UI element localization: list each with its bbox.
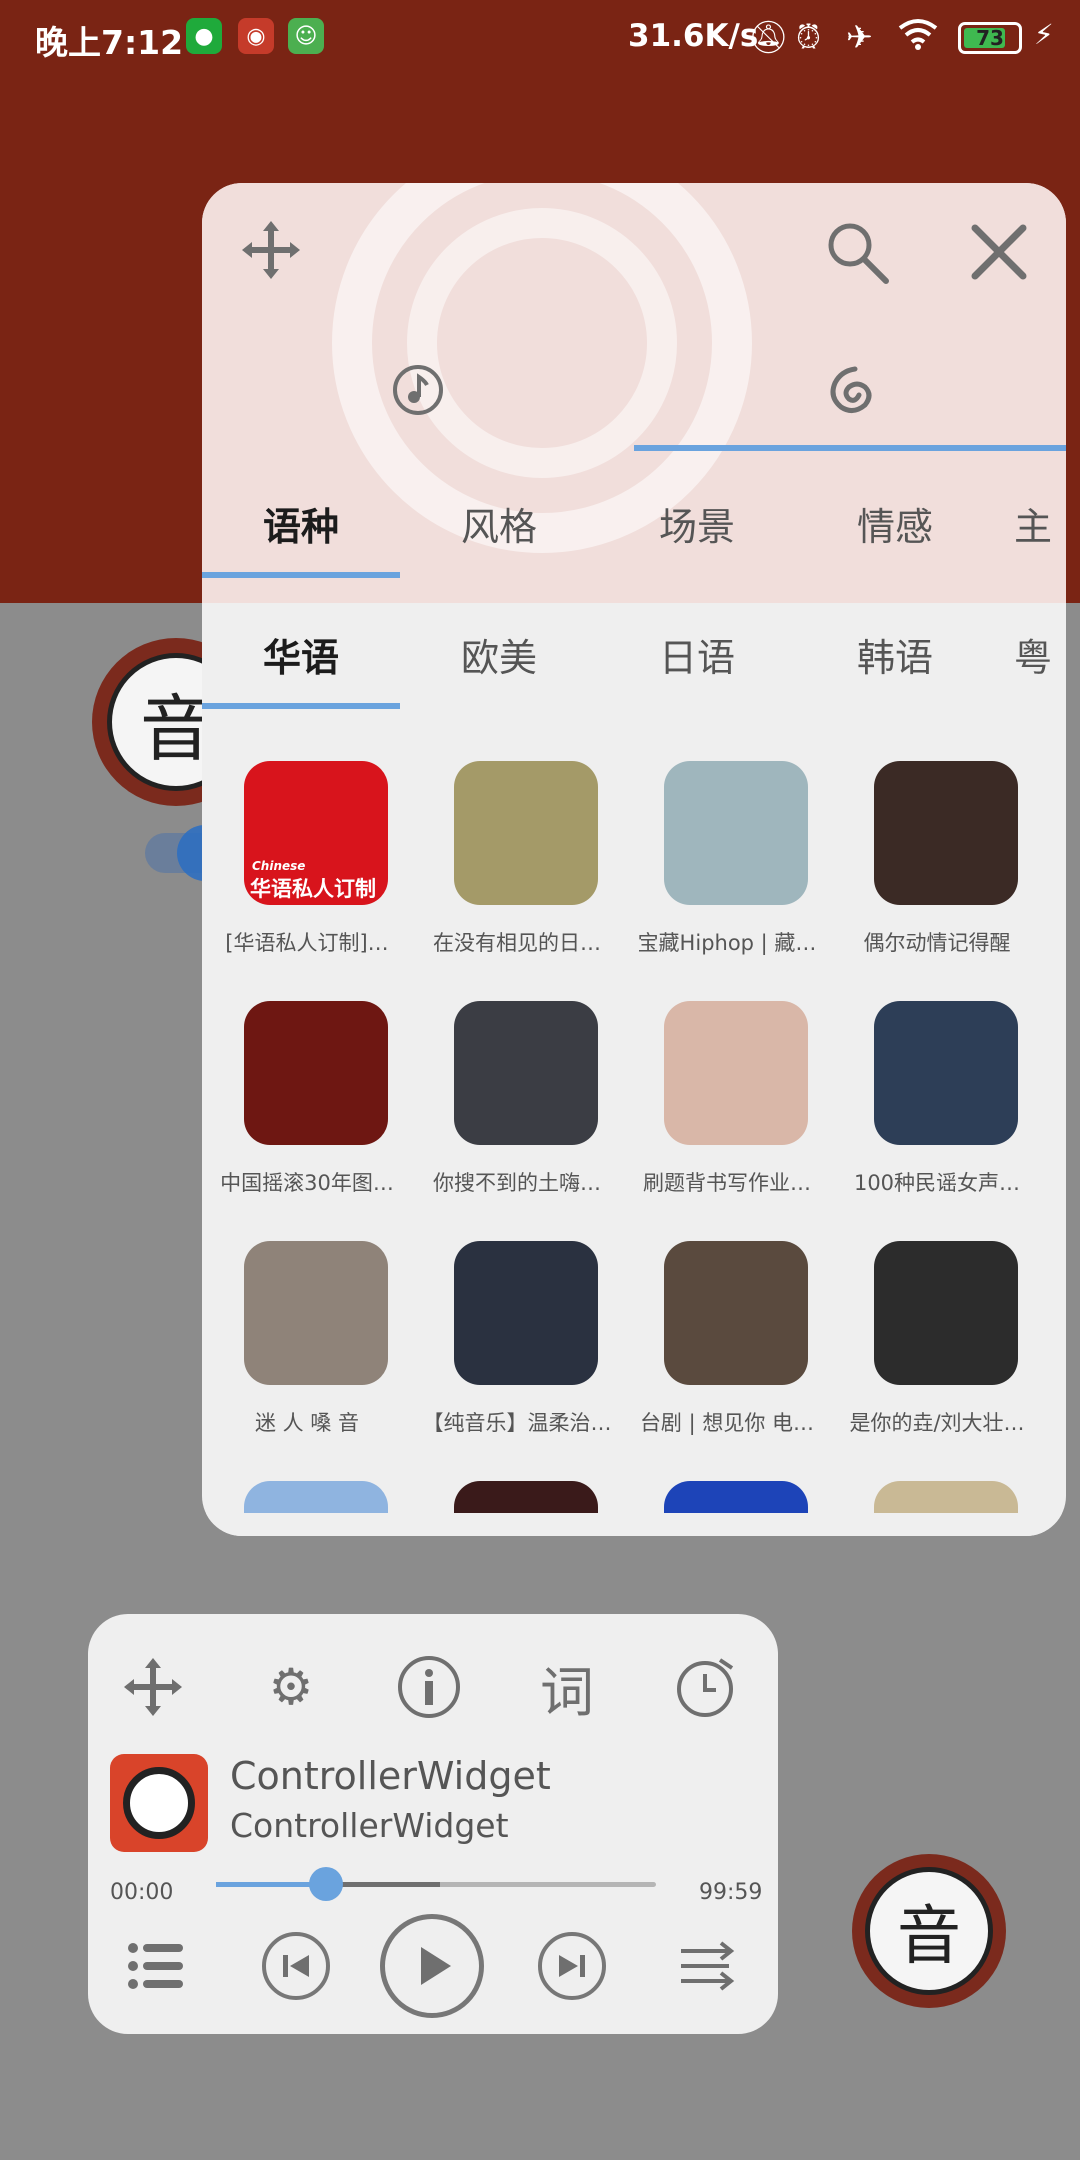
- status-time: 晚上7:12: [35, 23, 184, 62]
- playlist-title: 你搜不到的土嗨…: [433, 1171, 601, 1195]
- cover-title: 华语私人订制: [250, 877, 376, 901]
- playlist-card[interactable]: 你搜不到的土嗨…: [412, 1001, 622, 1241]
- language-tab-indicator: [202, 703, 400, 709]
- category-tab-indicator: [202, 572, 400, 578]
- playlist-cover: [244, 1001, 388, 1145]
- lyrics-button[interactable]: 词: [532, 1652, 602, 1724]
- playlist-card[interactable]: 宝藏Hiphop | 藏…: [622, 761, 832, 1001]
- seek-bar[interactable]: [216, 1867, 656, 1901]
- logo-disc: [123, 1767, 195, 1839]
- music-app-icon: ◉: [238, 18, 274, 54]
- playlist-title: 【纯音乐】温柔治…: [422, 1411, 612, 1435]
- tab-language-1[interactable]: 欧美: [400, 599, 598, 709]
- status-bar: 晚上7:12 ● ◉ ☺ 31.6K/s 🔕︎ ⏰︎ ✈ 73 ⚡: [0, 0, 1080, 76]
- playlist-card[interactable]: 在没有相见的日…: [412, 761, 622, 1001]
- floating-audio-button[interactable]: 音: [852, 1854, 1006, 2008]
- qq-music-source-icon[interactable]: [388, 360, 448, 420]
- floating-audio-label: 音: [865, 1867, 993, 1995]
- playlist-title: 迷 人 嗓 音: [254, 1411, 360, 1435]
- alarm-icon: ⏰︎: [796, 18, 821, 56]
- move-icon[interactable]: [118, 1652, 188, 1722]
- playlist-cover: [664, 761, 808, 905]
- settings-gear-icon[interactable]: ⚙: [256, 1652, 326, 1722]
- playlist-browser-panel: 语种 风格 场景 情感 主 华语 欧美 日语 韩语 粤 Chinese 华语私人…: [202, 183, 1066, 1536]
- playlist-cover: [454, 761, 598, 905]
- playlist-card[interactable]: 中国摇滚30年图…: [202, 1001, 412, 1241]
- tab-language-4[interactable]: 粤: [994, 599, 1066, 709]
- play-icon[interactable]: [380, 1914, 484, 2018]
- playlist-card[interactable]: Chinese 华语私人订制 [华语私人订制]…: [202, 761, 412, 1001]
- wechat-icon: ●: [186, 18, 222, 54]
- tab-category-3[interactable]: 情感: [796, 468, 994, 578]
- sleep-timer-icon[interactable]: [670, 1652, 740, 1722]
- charging-icon: ⚡: [1034, 18, 1054, 51]
- playlist-cover: [874, 761, 1018, 905]
- tab-category-0[interactable]: 语种: [202, 468, 400, 578]
- playlist-cover: [874, 1241, 1018, 1385]
- playlist-cover: [664, 1001, 808, 1145]
- seek-thumb[interactable]: [309, 1867, 343, 1901]
- playlist-card[interactable]: 台剧 | 想见你 电…: [622, 1241, 832, 1481]
- tab-language-2[interactable]: 日语: [598, 599, 796, 709]
- playlist-title: 台剧 | 想见你 电…: [639, 1411, 815, 1435]
- playlist-title: 是你的垚/刘大壮…: [849, 1411, 1025, 1435]
- playlist-cover: [454, 1241, 598, 1385]
- playlist-grid: Chinese 华语私人订制 [华语私人订制]… 在没有相见的日… 宝藏Hiph…: [202, 761, 1066, 1536]
- search-icon[interactable]: [822, 217, 892, 287]
- playlist-cover: [664, 1241, 808, 1385]
- cover-caption: Chinese: [252, 859, 306, 873]
- playlist-card[interactable]: 偶尔动情记得醒: [832, 761, 1042, 1001]
- controller-widget: ⚙ 词 ControllerWidget ControllerWidget 00…: [88, 1614, 778, 2034]
- playlist-cover: [244, 1241, 388, 1385]
- android-app-icon: ☺: [288, 18, 324, 54]
- artist-name: ControllerWidget: [230, 1806, 509, 1845]
- close-icon[interactable]: [964, 217, 1034, 287]
- next-track-icon[interactable]: [538, 1932, 606, 2000]
- playlist-card[interactable]: 100种民谣女声…: [832, 1001, 1042, 1241]
- language-tabs: 华语 欧美 日语 韩语 粤: [202, 599, 1066, 709]
- playlist-card[interactable]: 刷题背书写作业…: [622, 1001, 832, 1241]
- netease-source-icon[interactable]: [820, 360, 880, 420]
- tab-category-4[interactable]: 主: [994, 468, 1066, 578]
- tab-language-0[interactable]: 华语: [202, 599, 400, 709]
- info-icon[interactable]: [394, 1652, 464, 1722]
- elapsed-time: 00:00: [110, 1880, 174, 1905]
- play-order-icon[interactable]: [676, 1934, 740, 1998]
- battery-level: 73: [976, 26, 1004, 50]
- playlist-title: 刷题背书写作业…: [643, 1171, 811, 1195]
- song-title: ControllerWidget: [230, 1754, 551, 1798]
- playlist-title: 宝藏Hiphop | 藏…: [637, 931, 817, 955]
- playlist-title: 在没有相见的日…: [433, 931, 601, 955]
- wifi-icon: [898, 18, 938, 58]
- logo-watermark-inner: [407, 208, 677, 478]
- network-speed: 31.6K/s: [628, 18, 759, 54]
- playlist-card[interactable]: 【纯音乐】温柔治…: [412, 1241, 622, 1481]
- panel-bottom-mask: [202, 1513, 1066, 1536]
- playlist-cover: [874, 1001, 1018, 1145]
- playlist-cover: Chinese 华语私人订制: [244, 761, 388, 905]
- category-tabs: 语种 风格 场景 情感 主: [202, 468, 1066, 578]
- previous-track-icon[interactable]: [262, 1932, 330, 2000]
- playlist-title: 偶尔动情记得醒: [863, 931, 1011, 955]
- playlist-cover: [454, 1001, 598, 1145]
- now-playing-cover: [110, 1754, 208, 1852]
- battery-indicator: 73: [958, 22, 1022, 54]
- playlist-card[interactable]: 是你的垚/刘大壮…: [832, 1241, 1042, 1481]
- playlist-title: [华语私人订制]…: [225, 931, 389, 955]
- tab-category-1[interactable]: 风格: [400, 468, 598, 578]
- tab-category-2[interactable]: 场景: [598, 468, 796, 578]
- playlist-card[interactable]: 迷 人 嗓 音: [202, 1241, 412, 1481]
- mute-bell-icon: 🔕︎: [748, 18, 789, 56]
- move-icon[interactable]: [236, 215, 306, 285]
- playlist-list-icon[interactable]: [124, 1934, 188, 1998]
- duration-time: 99:59: [699, 1880, 763, 1905]
- source-tab-indicator: [634, 445, 1066, 451]
- tab-language-3[interactable]: 韩语: [796, 599, 994, 709]
- airplane-icon: ✈: [846, 18, 873, 56]
- playlist-title: 100种民谣女声…: [853, 1171, 1021, 1195]
- playlist-title: 中国摇滚30年图…: [220, 1171, 394, 1195]
